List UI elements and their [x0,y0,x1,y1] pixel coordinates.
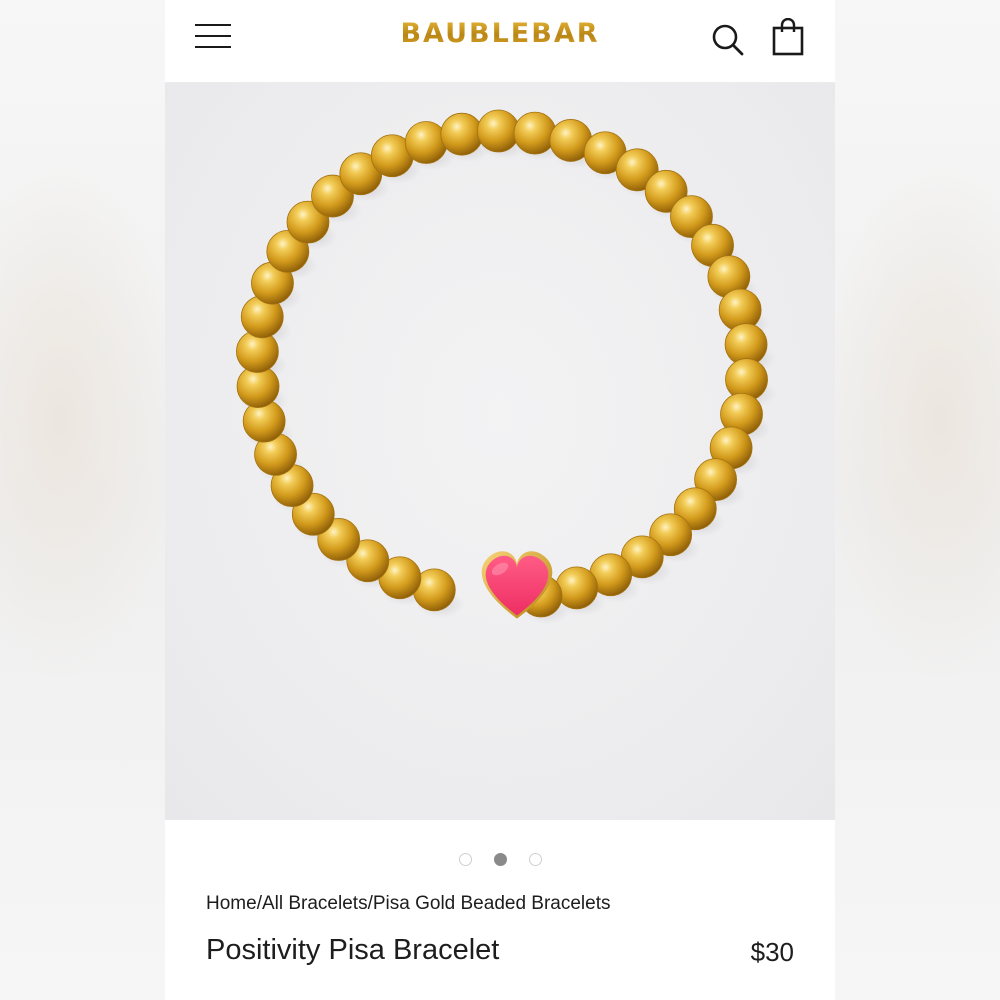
header-bar: BAUBLEBAR [165,0,835,83]
shopping-bag-icon[interactable] [771,17,807,58]
app-screen: BAUBLEBAR Home / All Bracelets / Pisa Go… [165,0,835,1000]
breadcrumb-pisa-gold-beaded[interactable]: Pisa Gold Beaded Bracelets [373,893,611,915]
product-title: Positivity Pisa Bracelet [206,934,500,966]
gold-bead [476,109,520,153]
product-price: $30 [750,937,794,967]
breadcrumb: Home / All Bracelets / Pisa Gold Beaded … [206,893,611,915]
carousel-indicator [165,853,835,871]
carousel-dot-1[interactable] [458,853,472,866]
carousel-dot-3[interactable] [528,853,542,866]
bracelet-illustration [236,109,777,625]
gold-bead [440,112,484,156]
breadcrumb-all-bracelets[interactable]: All Bracelets [262,893,368,915]
gold-bead [404,121,448,164]
product-image[interactable] [165,83,835,820]
gold-bead [513,111,557,155]
search-icon[interactable] [710,22,746,58]
gold-bead [555,566,599,610]
breadcrumb-home[interactable]: Home [206,893,257,915]
carousel-dot-2[interactable] [493,853,507,866]
